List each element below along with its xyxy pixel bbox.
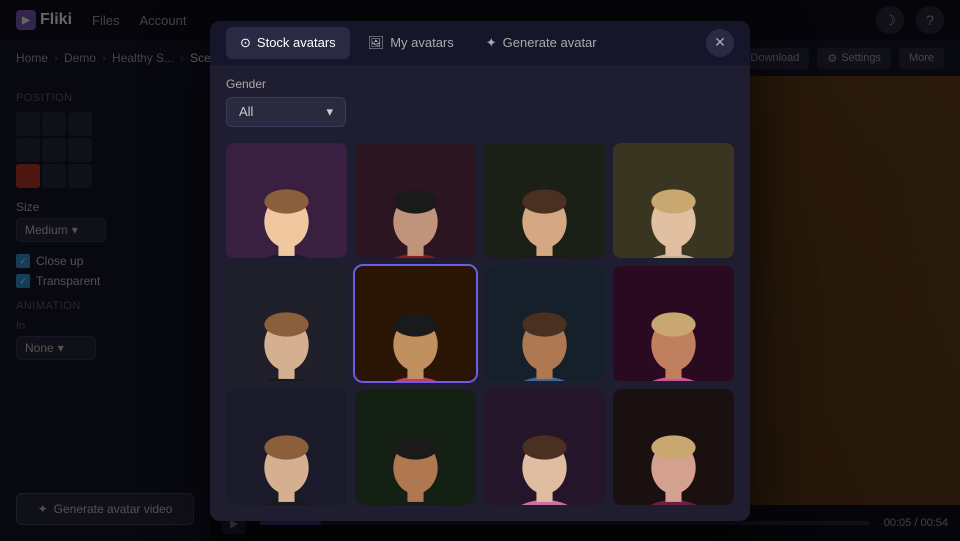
avatar-card-10[interactable] [355, 389, 476, 504]
avatar-card-3[interactable]: Amy♀ [484, 143, 605, 258]
avatar-image-11 [484, 389, 605, 504]
avatar-card-9[interactable] [226, 389, 347, 504]
avatar-card-8[interactable]: Anita♀ [613, 266, 734, 381]
avatar-image-9 [226, 389, 347, 504]
generate-icon: ✦ [486, 35, 497, 51]
avatar-card-4[interactable]: Amy♀ [613, 143, 734, 258]
avatar-image-4 [613, 143, 734, 258]
avatar-card-5[interactable]: Amy♀ [226, 266, 347, 381]
avatar-card-2[interactable]: Alyssa♀ [355, 143, 476, 258]
avatar-image-1 [226, 143, 347, 258]
avatar-grid: Alyssa♀Alyssa♀Amy♀Amy♀Amy♀AnitaAnita♀Ani… [210, 135, 750, 521]
my-avatars-icon: 🖼 [368, 35, 385, 51]
avatar-card-11[interactable] [484, 389, 605, 504]
avatar-image-3 [484, 143, 605, 258]
avatar-card-1[interactable]: Alyssa♀ [226, 143, 347, 258]
tab-stock-avatars[interactable]: ⊙ Stock avatars [226, 27, 350, 59]
avatar-image-12 [613, 389, 734, 504]
avatar-image-8 [613, 266, 734, 381]
gender-filter-label: Gender [226, 77, 734, 91]
avatar-picker-modal: ⊙ Stock avatars 🖼 My avatars ✦ Generate … [210, 21, 750, 521]
avatar-card-7[interactable]: Anita♀ [484, 266, 605, 381]
chevron-down-icon-gender: ▾ [326, 104, 333, 120]
gender-filter-section: Gender All ▾ [210, 65, 750, 135]
avatar-image-10 [355, 389, 476, 504]
avatar-image-6: Anita [355, 266, 476, 381]
tab-my-avatars[interactable]: 🖼 My avatars [354, 27, 468, 59]
tab-generate-avatar[interactable]: ✦ Generate avatar [472, 27, 611, 59]
avatar-image-2 [355, 143, 476, 258]
avatar-image-7 [484, 266, 605, 381]
modal-tab-bar: ⊙ Stock avatars 🖼 My avatars ✦ Generate … [210, 21, 750, 65]
modal-close-button[interactable]: ✕ [706, 29, 734, 57]
avatar-card-6[interactable]: AnitaAnita♀ [355, 266, 476, 381]
gender-select-dropdown[interactable]: All ▾ [226, 97, 346, 127]
avatar-image-5 [226, 266, 347, 381]
modal-overlay: ⊙ Stock avatars 🖼 My avatars ✦ Generate … [0, 0, 960, 541]
search-icon: ⊙ [240, 35, 251, 51]
avatar-card-12[interactable] [613, 389, 734, 504]
